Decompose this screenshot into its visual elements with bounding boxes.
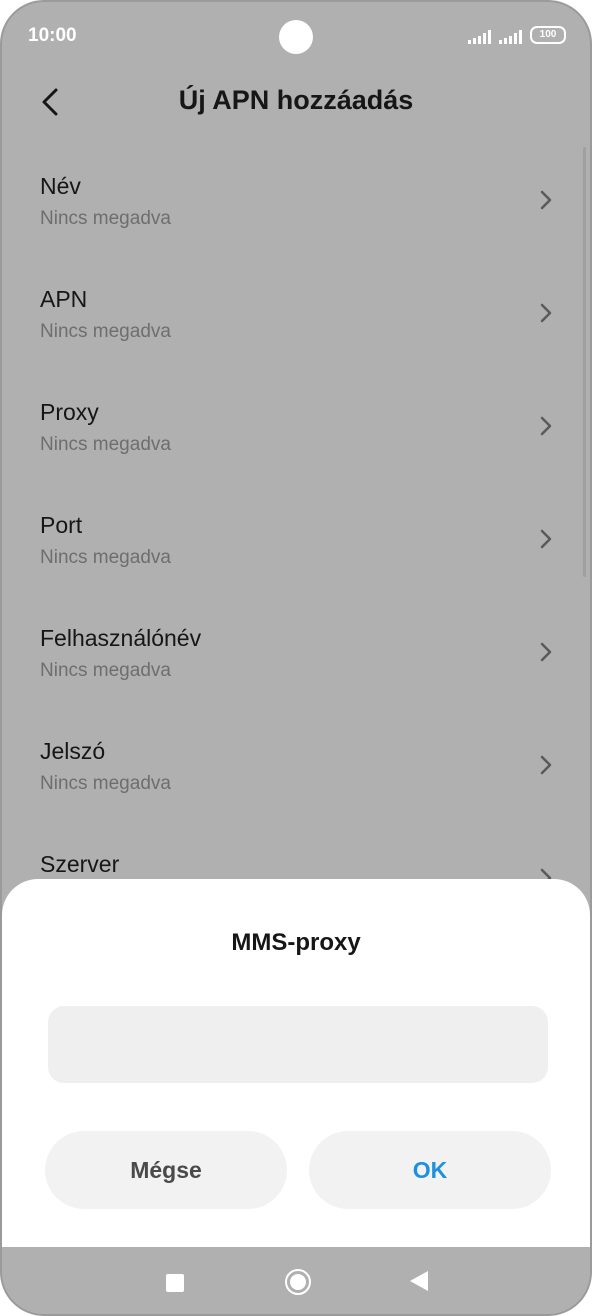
dialog-title: MMS-proxy [231,929,361,956]
item-title: Port [40,512,83,538]
cancel-button[interactable]: Mégse [45,1131,287,1209]
list-item-name[interactable]: Név Nincs megadva [2,147,590,260]
list-item-apn[interactable]: APN Nincs megadva [2,260,590,373]
chevron-right-icon [540,190,552,210]
item-subtitle: Nincs megadva [40,660,171,681]
item-title: Proxy [40,399,99,425]
mms-proxy-dialog: MMS-proxy Mégse OK [2,879,590,1247]
battery-icon: 100 [530,26,566,44]
item-title: APN [40,286,88,312]
status-bar: 10:00 100 [2,2,590,72]
status-time: 10:00 [28,25,77,46]
recent-apps-icon[interactable] [166,1274,184,1292]
item-title: Felhasználónév [40,625,202,651]
chevron-right-icon [540,642,552,662]
item-subtitle: Nincs megadva [40,321,171,342]
list-item-username[interactable]: Felhasználónév Nincs megadva [2,599,590,712]
battery-level: 100 [539,29,557,40]
list-item-password[interactable]: Jelszó Nincs megadva [2,712,590,825]
list-item-port[interactable]: Port Nincs megadva [2,486,590,599]
chevron-right-icon [540,755,552,775]
front-camera [279,20,313,54]
item-title: Név [40,173,81,199]
home-icon[interactable] [285,1269,311,1295]
signal-icon [468,30,491,44]
item-subtitle: Nincs megadva [40,773,171,794]
app-header: Új APN hozzáadás [2,72,590,132]
navigation-bar [2,1247,590,1314]
chevron-right-icon [540,529,552,549]
scrollbar[interactable] [583,147,586,577]
list-item-proxy[interactable]: Proxy Nincs megadva [2,373,590,486]
item-subtitle: Nincs megadva [40,208,171,229]
item-subtitle: Nincs megadva [40,547,171,568]
item-title: Szerver [40,851,120,877]
item-title: Jelszó [40,738,106,764]
phone-screen: 10:00 100 Új APN hozzáadás Név Nincs meg… [0,0,592,1316]
item-subtitle: Nincs megadva [40,434,171,455]
chevron-right-icon [540,303,552,323]
page-title: Új APN hozzáadás [178,85,414,115]
mms-proxy-input[interactable] [48,1006,548,1083]
apn-settings-list: Név Nincs megadva APN Nincs megadva Prox… [2,147,590,938]
status-icons: 100 [468,26,566,44]
back-triangle-icon[interactable] [410,1271,428,1291]
ok-button[interactable]: OK [309,1131,551,1209]
chevron-right-icon [540,416,552,436]
signal-icon-2 [499,30,522,44]
